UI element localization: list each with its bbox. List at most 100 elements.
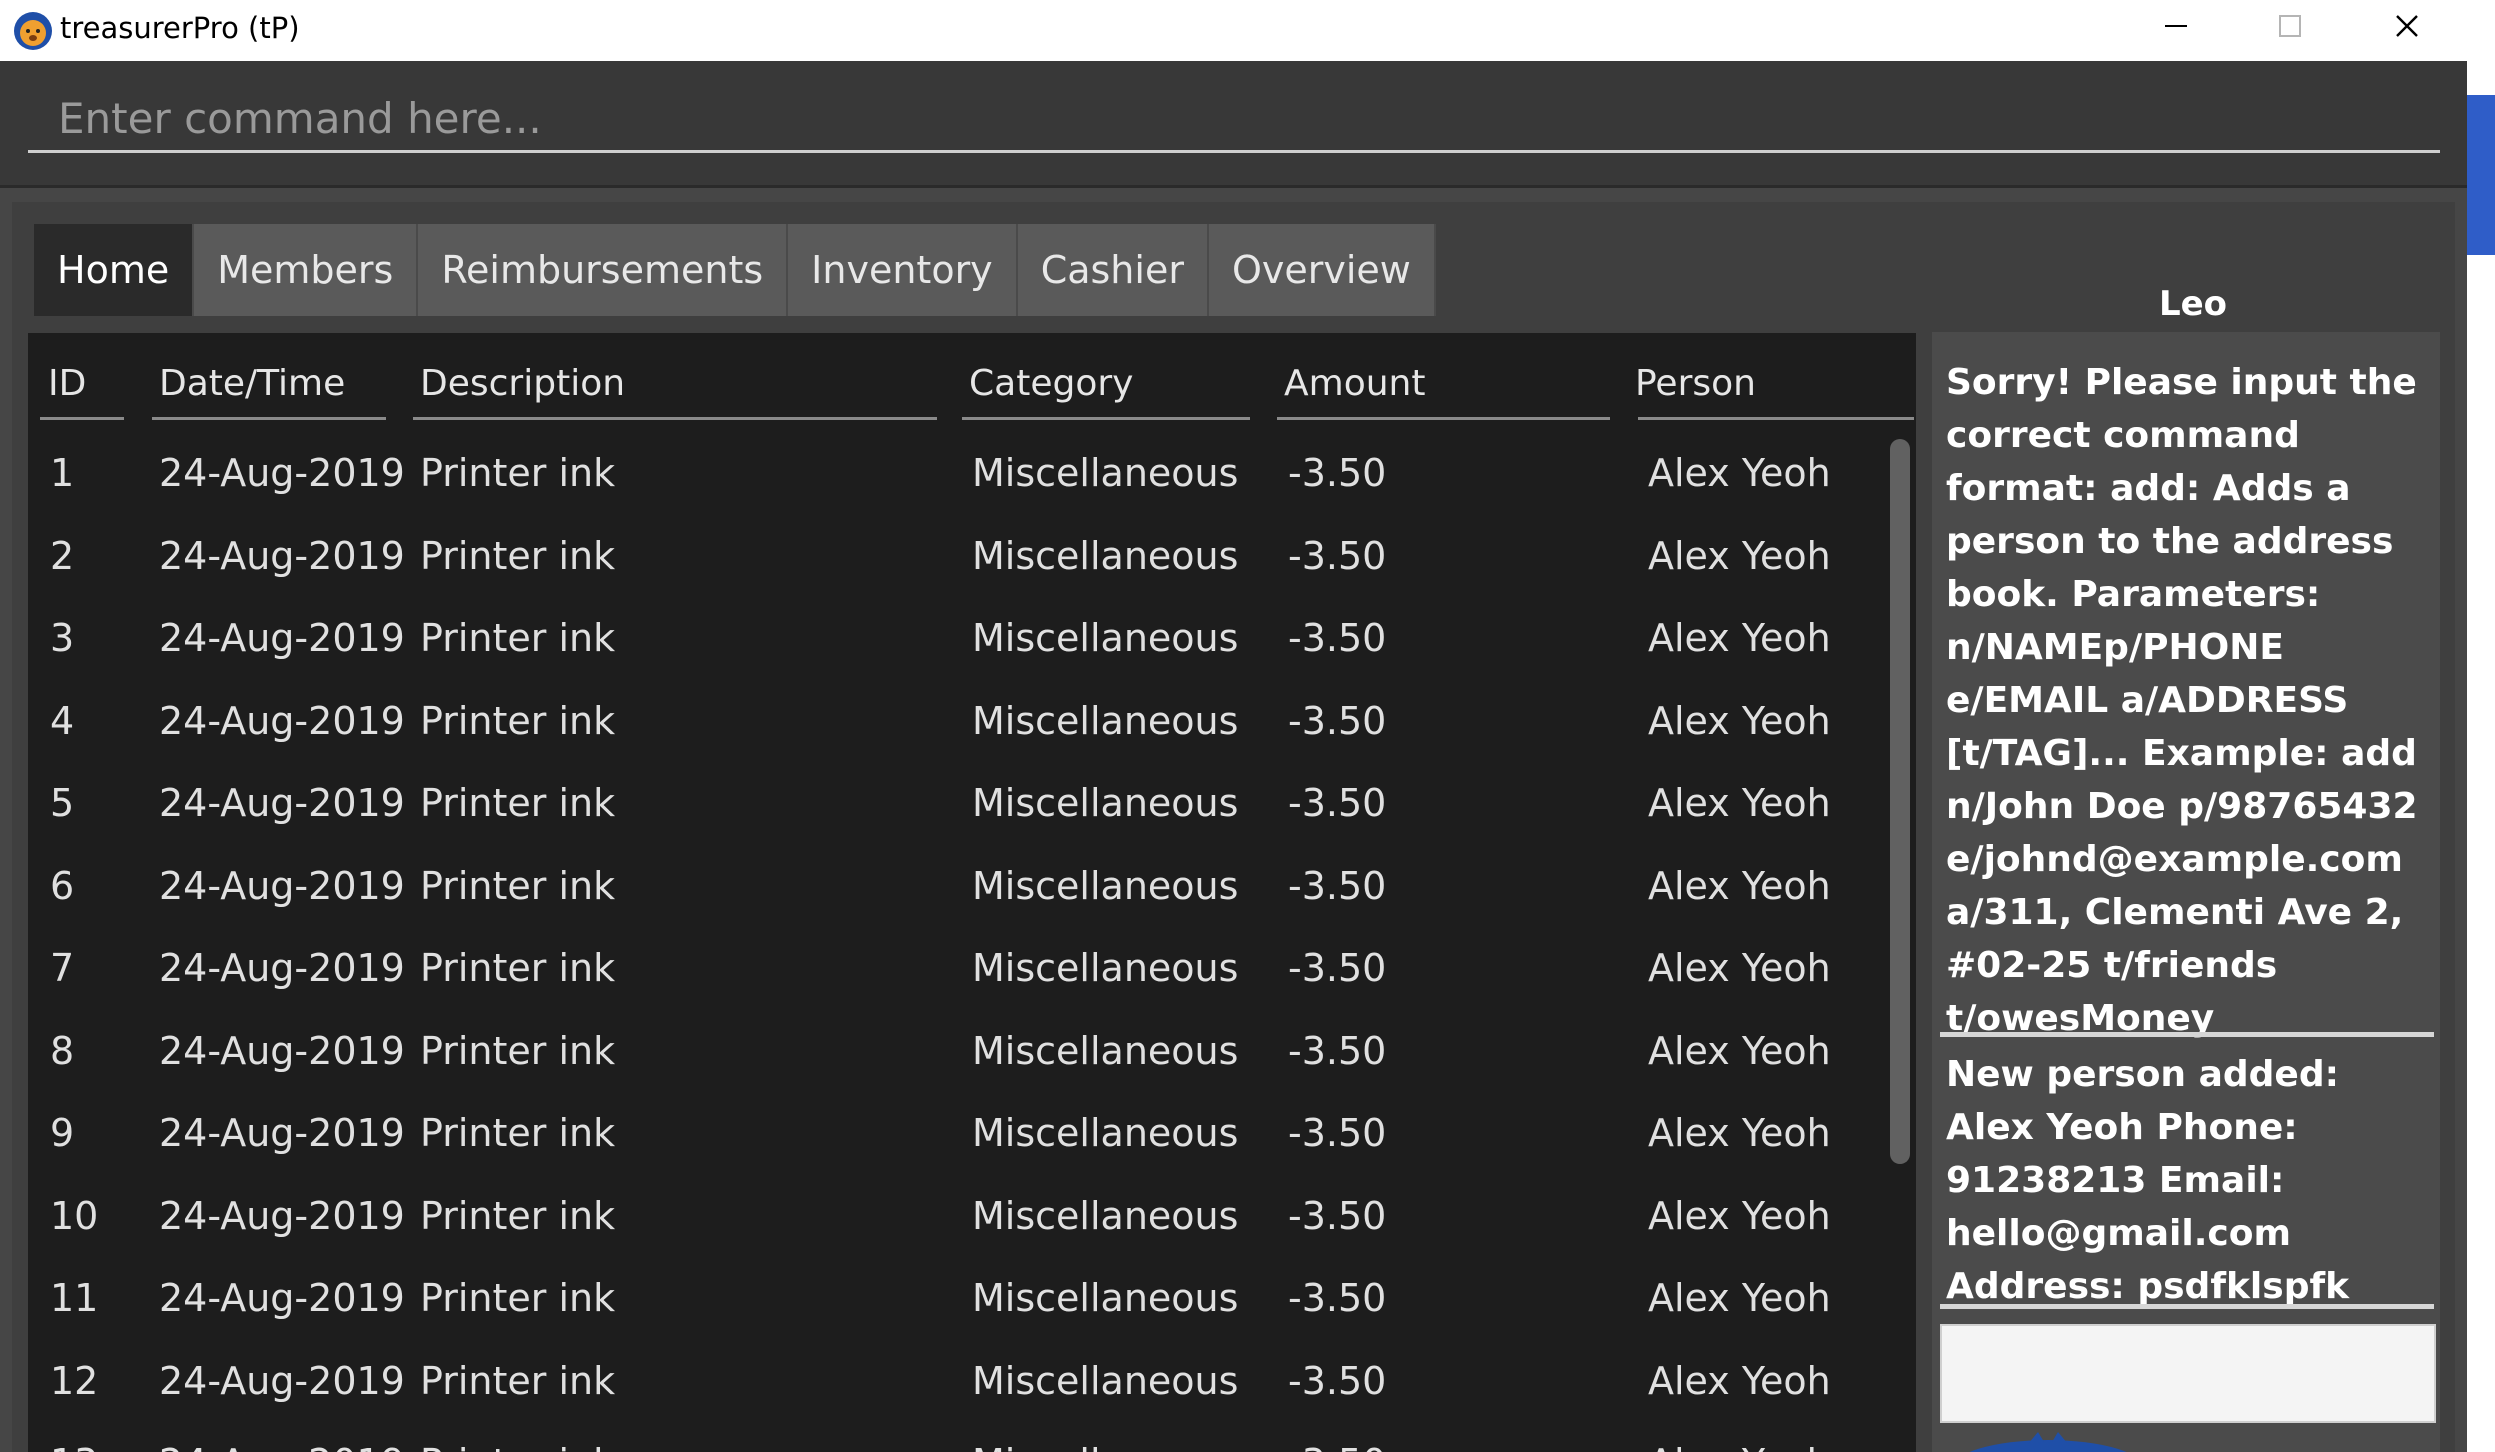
cell-person: Alex Yeoh [1648,1358,1831,1403]
cell-person: Alex Yeoh [1648,616,1831,660]
cell-person: Alex Yeoh [1648,533,1831,578]
cell-person: Alex Yeoh [1648,1028,1831,1073]
column-divider [962,417,1250,420]
close-button[interactable] [2349,0,2465,52]
table-row[interactable]: 7 24-Aug-2019 Printer ink Miscellaneous -3.5… [28,928,1883,1010]
table-row[interactable]: 1 24-Aug-2019 Printer ink Miscellaneous -3.5… [28,433,1883,515]
cell-amount: -3.50 [1288,451,1387,495]
tab-cashier[interactable]: Cashier [1018,224,1209,316]
command-input[interactable] [28,87,2440,153]
table-row[interactable]: 3 24-Aug-2019 Printer ink Miscellaneous -3.5… [28,598,1883,680]
cell-amount: -3.50 [1288,1358,1387,1403]
table-row[interactable]: 8 24-Aug-2019 Printer ink Miscellaneous -3.5… [28,1011,1883,1093]
tab-home[interactable]: Home [34,224,195,316]
table-row[interactable]: 13 24-Aug-2019 Printer ink Miscellaneous -3.… [28,1423,1883,1452]
minimize-button[interactable] [2118,0,2234,52]
assistant-message-panel: Sorry! Please input the correct command … [1932,332,2440,1452]
column-divider [1277,417,1610,420]
cell-amount: -3.50 [1288,1441,1386,1452]
cell-amount: -3.50 [1288,1193,1387,1238]
cell-category: Miscellaneous [972,946,1239,990]
main-panel: Home Members Reimbursements Inventory Ca… [12,202,2455,1452]
table-row[interactable]: 2 24-Aug-2019 Printer ink Miscellaneous -3.5… [28,516,1883,598]
cell-id: 3 [50,616,75,660]
maximize-button[interactable] [2232,0,2348,52]
table-row[interactable]: 12 24-Aug-2019 Printer ink Miscellaneous -3.… [28,1341,1883,1423]
cell-person: Alex Yeoh [1648,946,1831,990]
column-header-category[interactable]: Category [969,363,1133,404]
column-divider [152,417,386,420]
lion-logo-icon [14,12,52,50]
tab-members[interactable]: Members [194,224,419,316]
cell-category: Miscellaneous [972,698,1239,743]
cell-datetime: 24-Aug-2019 [159,1028,405,1073]
tab-overview[interactable]: Overview [1209,224,1436,316]
cell-category: Miscellaneous [972,451,1239,495]
cell-datetime: 24-Aug-2019 [159,533,405,578]
scrollbar-thumb[interactable] [1890,439,1910,1164]
cell-category: Miscellaneous [972,1111,1239,1155]
cell-datetime: 24-Aug-2019 [159,1111,405,1155]
cell-category: Miscellaneous [972,1358,1239,1403]
cell-datetime: 24-Aug-2019 [159,698,405,743]
column-divider [40,417,124,420]
tab-inventory[interactable]: Inventory [788,224,1018,316]
cell-category: Miscellaneous [972,863,1239,908]
column-header-amount[interactable]: Amount [1284,363,1425,404]
assistant-reply-box[interactable] [1940,1324,2436,1423]
cell-person: Alex Yeoh [1648,1441,1831,1452]
cell-person: Alex Yeoh [1648,863,1831,908]
column-header-id[interactable]: ID [48,363,86,404]
cell-amount: -3.50 [1288,863,1387,908]
assistant-message: New person added: Alex Yeoh Phone: 91238… [1946,1054,2350,1360]
command-area [0,61,2467,188]
cell-category: Miscellaneous [972,1441,1238,1452]
message-divider [1940,1304,2434,1309]
tab-reimbursements[interactable]: Reimbursements [418,224,789,316]
column-header-person[interactable]: Person [1635,363,1756,404]
window-title: treasurerPro (tP) [60,11,300,45]
cell-id: 1 [50,451,75,495]
cell-amount: -3.50 [1288,946,1387,990]
cell-category: Miscellaneous [972,1028,1239,1073]
cell-description: Printer ink [420,1193,616,1238]
title-bar: treasurerPro (tP) [0,0,2467,61]
cell-id: 7 [50,946,75,990]
cell-datetime: 24-Aug-2019 [159,451,405,495]
cell-description: Printer ink [420,451,616,495]
cell-description: Printer ink [420,533,616,578]
maximize-icon [2279,15,2301,37]
column-header-datetime[interactable]: Date/Time [159,363,345,404]
cell-person: Alex Yeoh [1648,698,1831,743]
vertical-scrollbar[interactable] [1890,433,1910,1452]
cell-datetime: 24-Aug-2019 [159,781,405,825]
cell-id: 8 [50,1028,75,1073]
cell-id: 13 [50,1441,98,1452]
cell-description: Printer ink [420,616,616,660]
cell-datetime: 24-Aug-2019 [159,616,405,660]
table-row[interactable]: 5 24-Aug-2019 Printer ink Miscellaneous -3.5… [28,763,1883,845]
cell-amount: -3.50 [1288,698,1387,743]
table-row[interactable]: 10 24-Aug-2019 Printer ink Miscellaneous -3.… [28,1176,1883,1258]
cell-id: 4 [50,698,75,743]
table-row[interactable]: 4 24-Aug-2019 Printer ink Miscellaneous -3.5… [28,681,1883,763]
column-divider [413,417,937,420]
cell-id: 10 [50,1193,99,1238]
cell-person: Alex Yeoh [1648,781,1831,825]
cell-person: Alex Yeoh [1648,1276,1831,1320]
cell-datetime: 24-Aug-2019 [159,863,405,908]
cell-id: 11 [50,1276,99,1320]
table-row[interactable]: 6 24-Aug-2019 Printer ink Miscellaneous -3.5… [28,846,1883,928]
cell-person: Alex Yeoh [1648,1193,1831,1238]
cell-description: Printer ink [420,1358,616,1403]
cell-amount: -3.50 [1288,1276,1387,1320]
table-row[interactable]: 11 24-Aug-2019 Printer ink Miscellaneous -3.… [28,1258,1883,1340]
column-header-description[interactable]: Description [420,363,625,404]
cell-datetime: 24-Aug-2019 [159,1441,405,1452]
table-row[interactable]: 9 24-Aug-2019 Printer ink Miscellaneous -3.5… [28,1093,1883,1175]
cell-description: Printer ink [420,1111,616,1155]
cell-description: Printer ink [420,1028,616,1073]
cell-datetime: 24-Aug-2019 [159,946,405,990]
close-icon [2396,15,2418,37]
cell-amount: -3.50 [1288,1111,1387,1155]
